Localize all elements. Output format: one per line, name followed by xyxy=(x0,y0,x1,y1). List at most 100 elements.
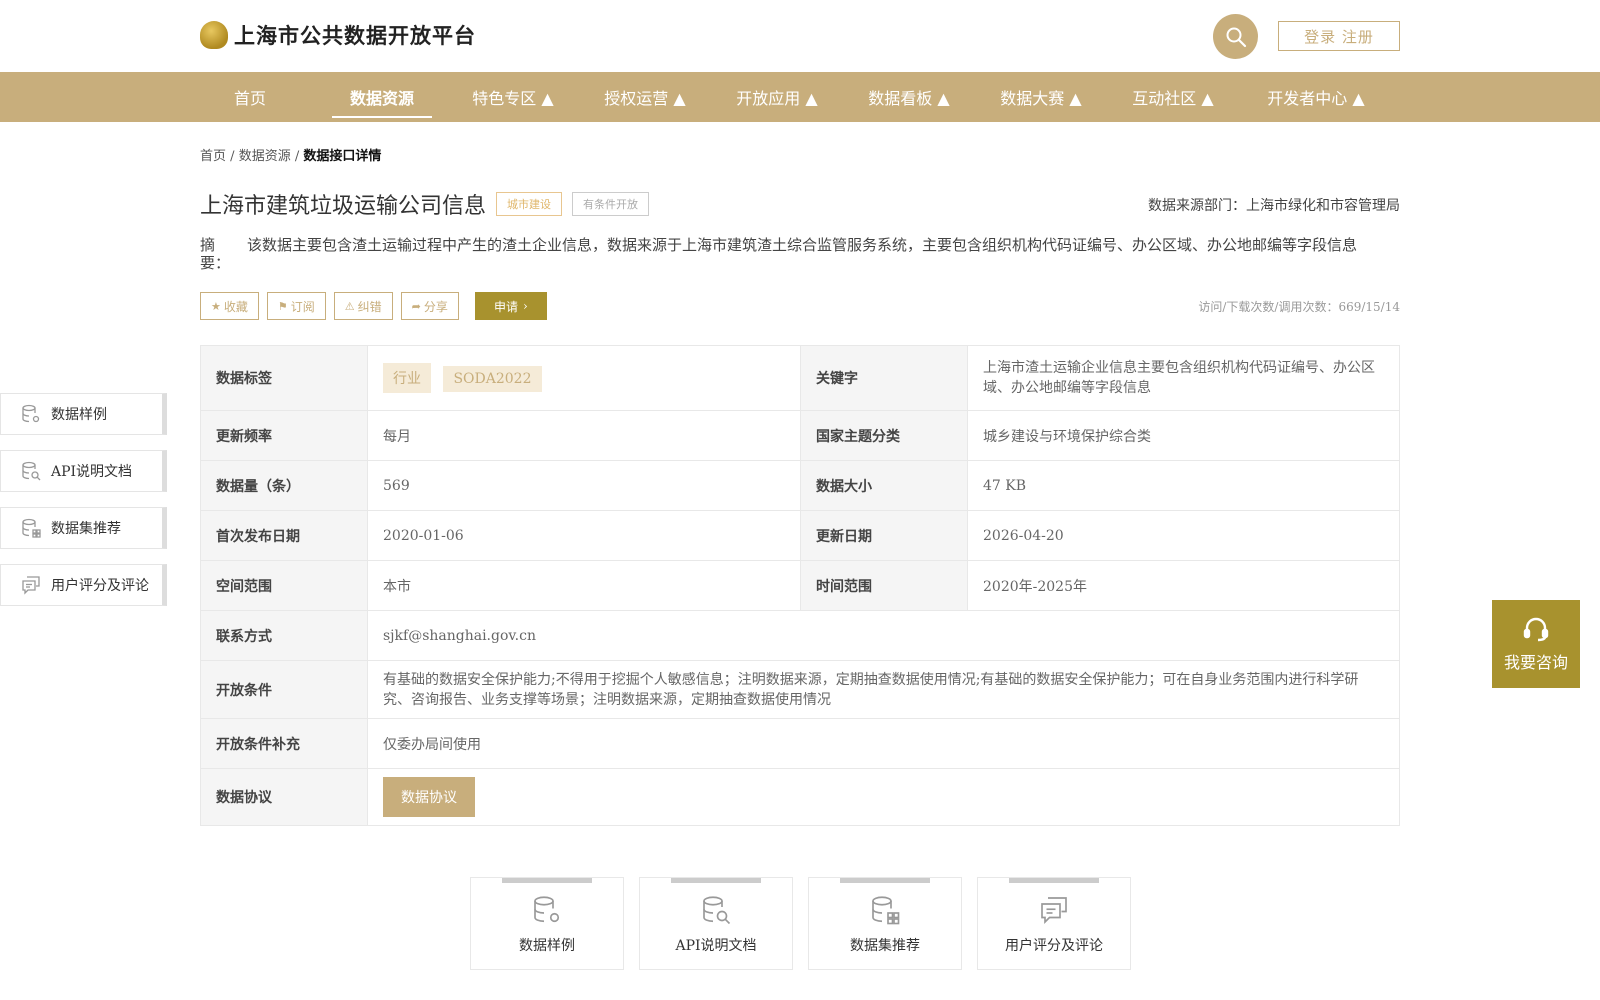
card-recommend-label: 数据集推荐 xyxy=(850,938,920,954)
card-topbar xyxy=(671,878,761,883)
open-condition-label: 开放条件 xyxy=(200,660,368,719)
side-nav-recommend[interactable]: 数据集推荐 xyxy=(0,507,167,549)
table-row: 数据量（条） 569 数据大小 47 KB xyxy=(200,460,1400,511)
side-nav-api-doc-label: API说明文档 xyxy=(51,464,133,480)
tag-pill[interactable]: SODA2022 xyxy=(443,366,542,392)
card-review-label: 用户评分及评论 xyxy=(1005,938,1103,954)
side-nav-recommend-label: 数据集推荐 xyxy=(51,521,121,537)
open-condition-value: 有基础的数据安全保护能力;不得用于挖掘个人敏感信息；注明数据来源，定期抽查数据使… xyxy=(367,660,1400,719)
database-search-icon xyxy=(703,896,731,925)
correct-button[interactable]: ⚠ 纠错 xyxy=(333,292,393,320)
table-row: 联系方式 sjkf@shanghai.gov.cn xyxy=(200,610,1400,661)
table-row: 开放条件 有基础的数据安全保护能力;不得用于挖掘个人敏感信息；注明数据来源，定期… xyxy=(200,660,1400,719)
keyword-value: 上海市渣土运输企业信息主要包含组织机构代码证编号、办公区域、办公地邮编等字段信息 xyxy=(967,345,1400,411)
breadcrumb: 首页 / 数据资源 / 数据接口详情 xyxy=(200,145,381,164)
data-agreement-cell: 数据协议 xyxy=(367,768,1400,826)
data-agreement-label: 数据协议 xyxy=(200,768,368,826)
favorite-button[interactable]: ★ 收藏 xyxy=(200,292,259,320)
time-range-label: 时间范围 xyxy=(800,560,968,611)
side-nav-review[interactable]: 用户评分及评论 xyxy=(0,564,167,606)
comment-icon xyxy=(22,576,40,595)
info-table: 数据标签 行业 SODA2022 关键字 上海市渣土运输企业信息主要包含组织机构… xyxy=(200,345,1400,826)
card-recommend[interactable]: 数据集推荐 xyxy=(808,877,962,970)
tags-label: 数据标签 xyxy=(200,345,368,411)
tag-pill[interactable]: 行业 xyxy=(383,363,431,393)
search-icon xyxy=(1226,27,1246,47)
spatial-range-label: 空间范围 xyxy=(200,560,368,611)
breadcrumb-resources[interactable]: 数据资源 xyxy=(239,149,291,164)
share-button[interactable]: ➦ 分享 xyxy=(400,292,459,320)
abstract: 摘 要： 该数据主要包含渣土运输过程中产生的渣土企业信息，数据来源于上海市建筑渣… xyxy=(200,236,1400,272)
abstract-text: 该数据主要包含渣土运输过程中产生的渣土企业信息，数据来源于上海市建筑渣土综合监管… xyxy=(247,236,1358,254)
data-size-label: 数据大小 xyxy=(800,460,968,511)
tags-cell: 行业 SODA2022 xyxy=(367,345,801,411)
card-topbar xyxy=(502,878,592,883)
nav-item-data-contest[interactable]: 数据大赛 ▲ xyxy=(990,72,1092,122)
table-row: 数据协议 数据协议 xyxy=(200,768,1400,826)
database-grid-icon xyxy=(872,896,900,925)
nav-item-data-resources[interactable]: 数据资源 xyxy=(332,72,432,122)
card-review[interactable]: 用户评分及评论 xyxy=(977,877,1131,970)
nav-item-community[interactable]: 互动社区 ▲ xyxy=(1122,72,1224,122)
share-label: 分享 xyxy=(423,299,448,314)
nav-item-open-apps[interactable]: 开放应用 ▲ xyxy=(726,72,828,122)
side-nav-api-doc[interactable]: API说明文档 xyxy=(0,450,167,492)
time-range-value: 2020年-2025年 xyxy=(967,560,1400,611)
card-sample-label: 数据样例 xyxy=(519,938,575,954)
data-count-label: 数据量（条） xyxy=(200,460,368,511)
update-frequency-value: 每月 xyxy=(367,410,801,461)
nav-item-developer-center[interactable]: 开发者中心 ▲ xyxy=(1258,72,1374,122)
logo-icon xyxy=(200,21,228,49)
nav-item-authorized-operation[interactable]: 授权运营 ▲ xyxy=(594,72,696,122)
contact-label: 联系方式 xyxy=(200,610,368,661)
site-title: 上海市公共数据开放平台 xyxy=(234,23,476,48)
breadcrumb-separator: / xyxy=(230,149,235,164)
flag-icon: ⚑ xyxy=(277,299,288,313)
database-gear-icon xyxy=(22,404,40,423)
main-nav: 首页 数据资源 特色专区 ▲ 授权运营 ▲ 开放应用 ▲ 数据看板 ▲ 数据大赛… xyxy=(0,72,1600,122)
data-size-value: 47 KB xyxy=(967,460,1400,511)
subscribe-button[interactable]: ⚑ 订阅 xyxy=(266,292,326,320)
breadcrumb-home[interactable]: 首页 xyxy=(200,149,226,164)
login-register-button[interactable]: 登录 注册 xyxy=(1278,21,1400,51)
update-date-value: 2026-04-20 xyxy=(967,510,1400,561)
apply-label: 申请 xyxy=(493,299,518,314)
card-topbar xyxy=(840,878,930,883)
update-date-label: 更新日期 xyxy=(800,510,968,561)
data-source-department: 数据来源部门：上海市绿化和市容管理局 xyxy=(1148,198,1400,214)
site-logo[interactable]: 上海市公共数据开放平台 xyxy=(200,20,476,50)
star-icon: ★ xyxy=(211,299,221,313)
side-nav-sample[interactable]: 数据样例 xyxy=(0,393,167,435)
card-api-doc-label: API说明文档 xyxy=(675,938,757,954)
open-type-tag: 有条件开放 xyxy=(572,192,650,216)
card-sample[interactable]: 数据样例 xyxy=(470,877,624,970)
open-condition-extra-label: 开放条件补充 xyxy=(200,718,368,769)
card-api-doc[interactable]: API说明文档 xyxy=(639,877,793,970)
table-row: 开放条件补充 仅委办局间使用 xyxy=(200,718,1400,769)
nav-item-special-zone[interactable]: 特色专区 ▲ xyxy=(462,72,564,122)
data-agreement-button[interactable]: 数据协议 xyxy=(383,777,475,817)
table-row: 空间范围 本市 时间范围 2020年-2025年 xyxy=(200,560,1400,611)
subscribe-label: 订阅 xyxy=(290,299,315,314)
nav-item-home[interactable]: 首页 xyxy=(200,72,300,122)
database-grid-icon xyxy=(22,518,41,538)
first-publish-date-value: 2020-01-06 xyxy=(367,510,801,561)
table-row: 首次发布日期 2020-01-06 更新日期 2026-04-20 xyxy=(200,510,1400,561)
first-publish-date-label: 首次发布日期 xyxy=(200,510,368,561)
search-button[interactable] xyxy=(1213,14,1258,59)
update-frequency-label: 更新频率 xyxy=(200,410,368,461)
card-topbar xyxy=(1009,878,1099,883)
category-tag: 城市建设 xyxy=(496,192,563,216)
share-icon: ➦ xyxy=(411,299,421,313)
consult-button[interactable]: 我要咨询 xyxy=(1492,600,1580,688)
keyword-label: 关键字 xyxy=(800,345,968,411)
national-theme-value: 城乡建设与环境保护综合类 xyxy=(967,410,1400,461)
open-condition-extra-value: 仅委办局间使用 xyxy=(367,718,1400,769)
database-search-icon xyxy=(22,461,41,481)
correct-label: 纠错 xyxy=(357,299,382,314)
nav-item-data-board[interactable]: 数据看板 ▲ xyxy=(858,72,960,122)
apply-button[interactable]: 申请 › xyxy=(474,292,547,320)
national-theme-label: 国家主题分类 xyxy=(800,410,968,461)
access-stats: 访问/下载次数/调用次数：669/15/14 xyxy=(1198,300,1400,314)
comment-icon xyxy=(1041,897,1067,924)
